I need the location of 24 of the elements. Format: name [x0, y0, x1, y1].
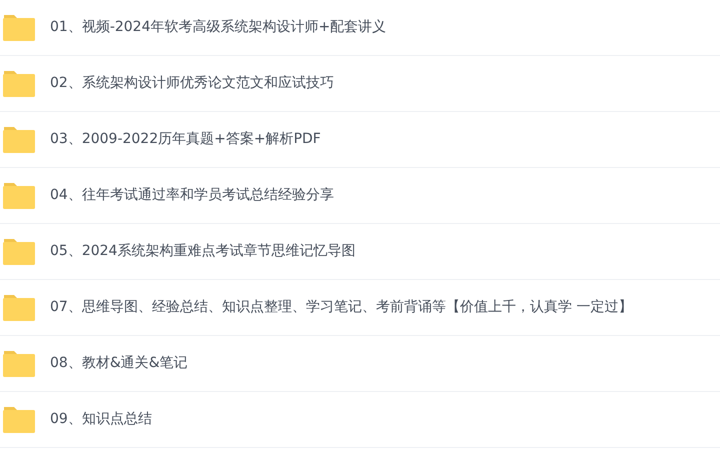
folder-row[interactable]: 01、视频-2024年软考高级系统架构设计师+配套讲义 — [0, 0, 720, 56]
folder-name: 04、往年考试通过率和学员考试总结经验分享 — [50, 186, 334, 205]
folder-icon — [3, 406, 35, 432]
folder-row[interactable]: 04、往年考试通过率和学员考试总结经验分享 — [0, 168, 720, 224]
folder-icon — [3, 70, 35, 96]
folder-name: 07、思维导图、经验总结、知识点整理、学习笔记、考前背诵等【价值上千，认真学 一定过】 — [50, 298, 632, 317]
folder-icon — [3, 238, 35, 264]
folder-name: 09、知识点总结 — [50, 410, 152, 429]
folder-icon — [3, 294, 35, 320]
folder-name: 05、2024系统架构重难点考试章节思维记忆导图 — [50, 242, 356, 261]
folder-icon — [3, 126, 35, 152]
folder-name: 08、教材&通关&笔记 — [50, 354, 188, 373]
folder-name: 03、2009-2022历年真题+答案+解析PDF — [50, 130, 321, 149]
folder-icon — [3, 14, 35, 40]
folder-row[interactable]: 09、知识点总结 — [0, 392, 720, 448]
folder-row[interactable]: 07、思维导图、经验总结、知识点整理、学习笔记、考前背诵等【价值上千，认真学 一定过】 — [0, 280, 720, 336]
folder-row[interactable]: 02、系统架构设计师优秀论文范文和应试技巧 — [0, 56, 720, 112]
folder-row[interactable]: 03、2009-2022历年真题+答案+解析PDF — [0, 112, 720, 168]
folder-row[interactable]: 08、教材&通关&笔记 — [0, 336, 720, 392]
folder-icon — [3, 350, 35, 376]
folder-row[interactable]: 05、2024系统架构重难点考试章节思维记忆导图 — [0, 224, 720, 280]
folder-name: 02、系统架构设计师优秀论文范文和应试技巧 — [50, 74, 334, 93]
folder-icon — [3, 182, 35, 208]
folder-name: 01、视频-2024年软考高级系统架构设计师+配套讲义 — [50, 18, 386, 37]
